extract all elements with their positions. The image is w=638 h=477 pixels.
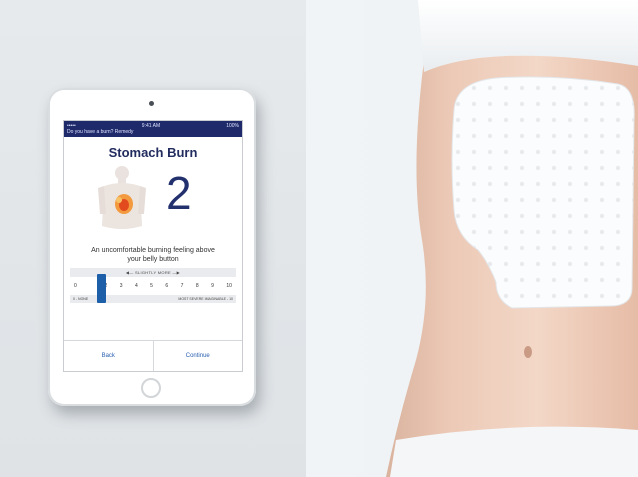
scale-option[interactable]: 6 [165, 283, 168, 289]
tablet-device: ••••• 9:41 AM 100% Do you have a burn? R… [48, 88, 256, 406]
tablet-background: ••••• 9:41 AM 100% Do you have a burn? R… [0, 0, 306, 477]
severity-scale: ◀— SLIGHTLY MORE —▶ 0 1 2 3 4 5 6 7 8 9 … [70, 268, 236, 303]
home-button[interactable] [141, 378, 161, 398]
scale-selector-handle[interactable] [97, 274, 106, 303]
action-bar: Back Continue [64, 340, 242, 371]
scale-option[interactable]: 5 [150, 283, 153, 289]
scale-option[interactable]: 7 [181, 283, 184, 289]
scale-header: ◀— SLIGHTLY MORE —▶ [70, 268, 236, 277]
app-header-text: Do you have a burn? Remedy [67, 129, 134, 135]
app-screen: ••••• 9:41 AM 100% Do you have a burn? R… [63, 120, 243, 372]
scale-numbers: 0 1 2 3 4 5 6 7 8 9 10 [70, 274, 236, 303]
body-figure-icon [98, 166, 146, 229]
scale-option[interactable]: 3 [120, 283, 123, 289]
scale-max-label: MOST SEVERE IMAGINABLE - 10 [178, 297, 233, 301]
severity-score: 2 [166, 167, 192, 219]
scale-footer: 0 - NONE MOST SEVERE IMAGINABLE - 10 [70, 295, 236, 303]
page-title: Stomach Burn [108, 145, 198, 160]
back-button[interactable]: Back [64, 341, 153, 371]
scale-min-label: 0 - NONE [73, 297, 89, 301]
camera-icon [149, 101, 154, 106]
scale-option[interactable]: 4 [135, 283, 138, 289]
scale-option[interactable]: 10 [226, 283, 232, 289]
scale-option[interactable]: 8 [196, 283, 199, 289]
status-bar: ••••• 9:41 AM 100% Do you have a burn? R… [64, 121, 242, 137]
torso-patch-illustration [386, 0, 638, 477]
continue-button[interactable]: Continue [152, 341, 243, 371]
symptom-description: An uncomfortable burning feeling above y… [91, 247, 215, 263]
symptom-visual: 2 [64, 164, 242, 236]
scale-option[interactable]: 0 [74, 283, 77, 289]
torso-photo [306, 0, 638, 477]
scale-option[interactable]: 9 [211, 283, 214, 289]
